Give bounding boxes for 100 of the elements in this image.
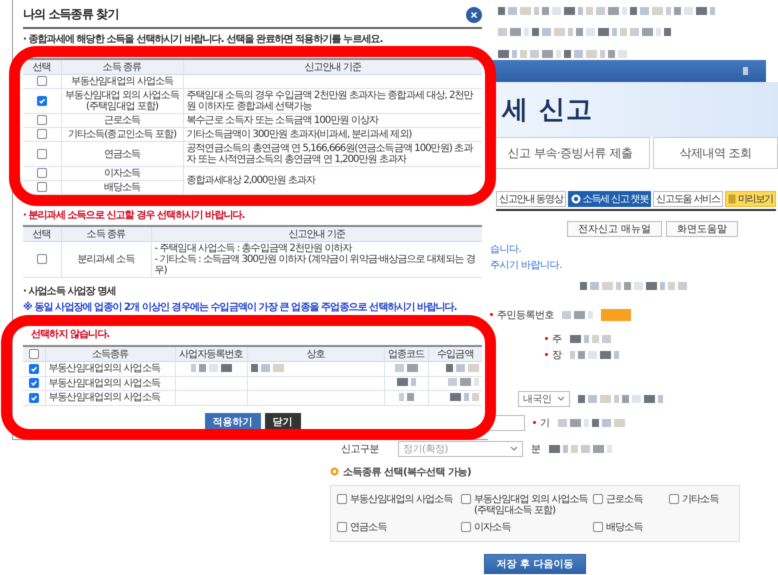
table-cell: 종합과세대상 2,000만원 초과자 [183,166,482,194]
checkbox[interactable] [36,168,47,178]
table-cell: 기타소득(종교인소득 포함) [61,128,183,142]
checkbox[interactable] [593,494,603,504]
checkbox[interactable] [28,378,39,388]
checkbox[interactable] [36,129,47,140]
nationality-select[interactable]: 내국인 [518,390,570,406]
banner-title: 세 신고 [502,94,594,127]
option-label: 연금소득 [350,522,386,532]
table-cell: 분리과세 소득 [61,242,151,278]
table-cell: 부동산임대업외의 사업소득 [45,362,175,376]
option-label: 부동산임대업의 사업소득 [350,494,452,504]
table-cell: 부동산임대업 외의 사업소득 (주택임대업 포함) [61,88,183,114]
pixelated-blur [548,444,612,453]
column-header: 신고안내 기준 [183,59,482,74]
document-icon [728,194,736,204]
dialog-title: 나의 소득종류 찾기 [23,6,118,23]
column-header: 선택 [23,226,61,242]
notice-text: 습니다. [490,243,522,257]
checkbox[interactable] [593,522,603,532]
help-button[interactable]: 전자신고 매뉴얼 [566,221,662,237]
column-header: 소득 종류 [61,226,151,242]
option-label: 부동산임대업 외의 사업소득 (주택임대소득 포함) [474,494,588,516]
table-cell: 공적연금소득의 총연금액 연 5,166,666원(연금소득금액 100만원) 초과자 또는 사적연금소득의 총연금액 연 1,200만원 초과자 [183,142,482,166]
field-label: 주민등록번호 [497,308,554,322]
toolbar-button[interactable]: 소득세 신고 챗봇 [568,191,652,207]
column-header: 소득 종류 [61,59,183,74]
checkbox[interactable] [36,115,47,126]
table-cell: 부동산임대업외의 사업소득 [45,390,175,405]
table-cell: 부동산임대업외의 사업소득 [45,376,175,390]
column-header: 수입금액 [428,346,482,362]
table-cell: 기타소득금액이 300만원 초과자(비과세, 분리과세 제외) [183,128,482,142]
table-cell: 배당소득 [61,180,183,194]
section-title: 소득종류 선택(복수선택 가능) [343,466,472,478]
table-cell: 근로소득 [61,114,183,128]
field-label: 분 [531,442,540,456]
option-label: 배당소득 [606,522,642,532]
pixelated-blur [570,334,610,343]
checkbox[interactable] [669,494,679,504]
help-button[interactable]: 화면도움말 [666,221,738,237]
pixelated-blur [562,310,593,319]
checkbox[interactable] [36,254,47,264]
option-label: 기타소득 [682,494,718,504]
checkbox[interactable] [461,494,471,504]
checkbox[interactable] [337,494,347,504]
column-header: 소득종류 [45,346,175,362]
field-label: 주 [552,332,562,346]
pixelated-blur [450,392,479,401]
chatbot-icon [570,194,581,204]
field-label: 장 [552,348,562,362]
tab[interactable]: 삭제내역 조회 [653,137,778,169]
pixelated-blur [396,378,416,386]
instruction-text: · 분리과세 소득으로 신고할 경우 선택하시기 바랍니다. [23,209,246,222]
table-cell: 복수근로 소득자 또는 소득금액 100만원 이상자 [183,114,482,128]
column-header: 선택 [23,59,61,74]
field-label: 기 [540,416,550,430]
checkbox[interactable] [36,96,47,106]
blurred-button[interactable] [601,308,631,320]
checkbox[interactable] [36,76,47,86]
close-dialog-button[interactable]: 닫기 [264,412,300,430]
checkbox[interactable] [461,522,471,532]
checkbox[interactable] [28,392,39,403]
field-label: 신고구분 [340,442,380,456]
checkbox[interactable] [28,364,39,374]
option-label: 근로소득 [606,494,642,504]
caret-icon [510,446,518,451]
pixelated-blur [398,392,414,401]
checkbox[interactable] [28,348,39,359]
section-heading: · 사업소득 사업장 명세 [23,285,117,298]
save-next-button[interactable]: 저장 후 다음이동 [484,554,586,574]
toolbar-button[interactable]: 신고안내 동영상 [496,191,566,207]
notice-text: ※ 동일 사업장에 업종이 2개 이상인 경우에는 수입금액이 가장 큰 업종을 주업종으로 선택하시기 바랍니다. [23,300,458,314]
table-cell: 이자소득 [61,166,183,180]
criteria-text: - 주택임대 사업소득 : 총수입금액 2천만원 이하자 [154,243,354,254]
criteria-text: - 기타소득 : 소득금액 300만원 이하자 (계약금이 위약금·배상금으로 대체되는 경우) [154,254,476,276]
column-header: 상호 [247,346,384,362]
toolbar-button[interactable]: 신고도움 서비스 [653,191,723,207]
column-header: 업종코드 [384,346,428,362]
pixelated-blur [250,363,284,372]
checkbox[interactable] [337,522,347,532]
notice-text: 주시기 바랍니다. [490,259,563,273]
warning-text: 선택하지 않습니다. [30,328,110,341]
table-cell: 부동산임대업의 사업소득 [61,74,183,88]
pixelated-blur [190,363,232,372]
close-icon [470,10,478,18]
checkbox[interactable] [36,148,47,159]
toolbar-button[interactable]: 미리보기 [724,191,776,207]
close-button[interactable] [466,6,482,22]
checkbox[interactable] [36,182,47,192]
pixelated-blur [570,350,618,359]
option-label: 이자소득 [474,522,510,532]
column-header: 사업자등록번호 [175,346,247,362]
caret-icon [557,396,565,401]
pixelated-blur [743,66,748,76]
bullet-icon [330,467,339,476]
apply-button[interactable]: 적용하기 [204,412,260,430]
pixelated-blur [394,363,418,372]
table-cell: 주택임대 소득의 경우 수입금액 2천만원 초과자는 종합과세 대상, 2천만원 이하자도 종합과세 선택가능 [183,88,482,114]
pixelated-blur [446,363,479,372]
table-cell: 연금소득 [61,142,183,166]
